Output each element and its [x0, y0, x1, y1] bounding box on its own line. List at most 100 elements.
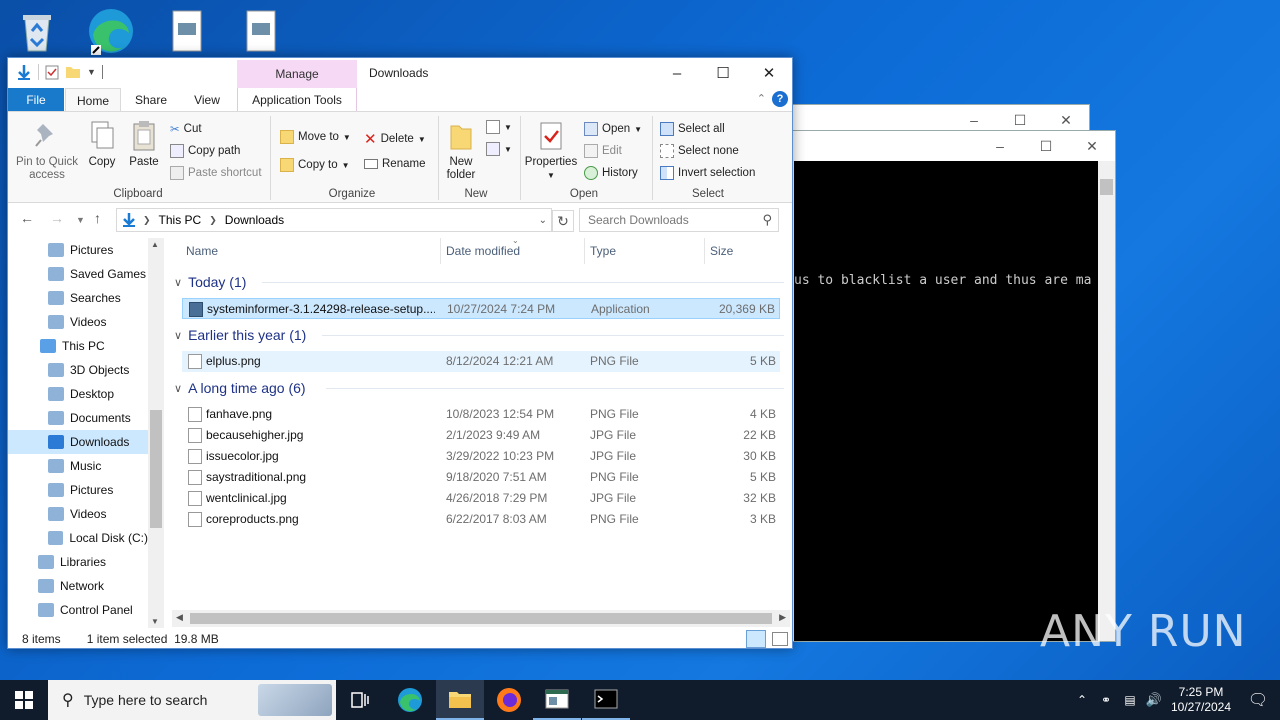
minimize-icon[interactable]: – [977, 131, 1023, 161]
file-row[interactable]: coreproducts.png 6/22/2017 8:03 AM PNG Fil… [182, 509, 780, 530]
clock[interactable]: 7:25 PM 10/27/2024 [1166, 685, 1236, 715]
open-button[interactable]: Open ▼ [584, 122, 642, 136]
file-row[interactable]: wentclinical.jpg 4/26/2018 7:29 PM JPG Fil… [182, 488, 780, 509]
invert-selection-button[interactable]: Invert selection [660, 166, 755, 180]
tab-manage[interactable]: Manage [237, 60, 357, 88]
tab-view[interactable]: View [184, 88, 230, 112]
copy-to-button[interactable]: Copy to ▼ [280, 158, 350, 172]
file-explorer-window[interactable]: ▼ Manage Downloads – ☐ ✕ File Home Share… [7, 57, 793, 649]
image-file-icon[interactable] [236, 6, 286, 56]
copy-button[interactable]: Copy [84, 120, 120, 169]
file-row[interactable]: systeminformer-3.1.24298-release-setup..… [182, 298, 780, 319]
sidebar-item-network[interactable]: Network [8, 574, 148, 598]
edit-button[interactable]: Edit [584, 144, 622, 158]
refresh-icon[interactable]: ↻ [552, 210, 574, 232]
title-bar[interactable]: ▼ Manage Downloads – ☐ ✕ [8, 58, 792, 88]
app-taskbar-button[interactable] [533, 680, 581, 720]
firefox-taskbar-button[interactable] [485, 680, 533, 720]
chevron-up-icon[interactable]: ⌃ [757, 92, 766, 105]
move-to-button[interactable]: Move to ▼ [280, 130, 351, 144]
sidebar-item-videos[interactable]: Videos [8, 310, 148, 334]
rename-button[interactable]: Rename [364, 158, 425, 170]
search-input[interactable]: Search Downloads ⚲ [579, 208, 779, 232]
details-view-icon[interactable] [746, 630, 766, 648]
console-scrollbar[interactable] [1098, 161, 1115, 641]
delete-button[interactable]: ✕ Delete ▼ [364, 130, 426, 148]
properties-button[interactable]: Properties ▼ [522, 120, 580, 182]
recent-chevron-icon[interactable]: ▼ [76, 215, 85, 225]
paste-button[interactable]: Paste [126, 120, 162, 169]
sidebar-item-videos[interactable]: Videos [8, 502, 148, 526]
select-none-button[interactable]: Select none [660, 144, 739, 158]
breadcrumb-downloads[interactable]: Downloads [225, 213, 284, 227]
tab-application-tools[interactable]: Application Tools [237, 88, 357, 112]
sidebar-item-saved-games[interactable]: Saved Games [8, 262, 148, 286]
column-name[interactable]: Name [186, 244, 218, 258]
sidebar-item-3d-objects[interactable]: 3D Objects [8, 358, 148, 382]
sidebar-item-pictures[interactable]: Pictures [8, 238, 148, 262]
sidebar-item-pictures[interactable]: Pictures [8, 478, 148, 502]
pin-to-quick-access-button[interactable]: Pin to Quick access [12, 120, 82, 182]
new-folder-icon[interactable] [65, 65, 81, 79]
sidebar-item-desktop[interactable]: Desktop [8, 382, 148, 406]
sidebar-item-music[interactable]: Music [8, 454, 148, 478]
horizontal-scrollbar[interactable]: ◀ ▶ [172, 610, 790, 627]
edge-icon[interactable] [86, 6, 136, 56]
chevron-down-icon[interactable]: ▼ [87, 67, 96, 77]
column-date-modified[interactable]: Date modified [446, 244, 520, 258]
chevron-down-icon[interactable]: ∨ [174, 382, 182, 395]
minimize-button[interactable]: – [654, 58, 700, 88]
chevron-down-icon[interactable]: ∨ [174, 329, 182, 342]
chevron-down-icon[interactable]: ∨ [174, 276, 182, 289]
paste-shortcut-button[interactable]: Paste shortcut [170, 166, 262, 180]
sidebar-item-libraries[interactable]: Libraries [8, 550, 148, 574]
column-type[interactable]: Type [590, 244, 616, 258]
down-arrow-icon[interactable] [16, 64, 32, 80]
file-row[interactable]: issuecolor.jpg 3/29/2022 10:23 PM JPG File… [182, 446, 780, 467]
recycle-bin-icon[interactable] [12, 6, 62, 56]
maximize-button[interactable]: ☐ [700, 58, 746, 88]
address-bar[interactable]: ❯ This PC ❯ Downloads ⌄ [116, 208, 552, 232]
sidebar-item-searches[interactable]: Searches [8, 286, 148, 310]
sidebar-item-control-panel[interactable]: Control Panel [8, 598, 148, 622]
cut-button[interactable]: ✂ Cut [170, 122, 202, 136]
select-all-button[interactable]: Select all [660, 122, 725, 136]
tab-share[interactable]: Share [128, 88, 174, 112]
close-button[interactable]: ✕ [746, 58, 792, 88]
group-header[interactable]: ∨ Earlier this year (1) [174, 325, 306, 345]
group-header[interactable]: ∨ Today (1) [174, 272, 246, 292]
forward-arrow-icon[interactable]: → [50, 210, 64, 226]
address-dropdown-icon[interactable]: ⌄ [539, 215, 547, 226]
edge-taskbar-button[interactable] [386, 680, 434, 720]
easy-access-button[interactable]: ▼ [486, 142, 512, 156]
copy-path-button[interactable]: Copy path [170, 144, 240, 158]
network-status-icon[interactable]: ⚭ [1094, 693, 1118, 707]
image-file-icon[interactable] [162, 6, 212, 56]
new-folder-button[interactable]: New folder [442, 120, 480, 182]
file-explorer-taskbar-button[interactable] [436, 680, 484, 720]
console-taskbar-button[interactable] [582, 680, 630, 720]
file-row[interactable]: becausehigher.jpg 2/1/2023 9:49 AM JPG Fil… [182, 425, 780, 446]
sidebar-item-local-disk-c[interactable]: Local Disk (C:) [8, 526, 148, 550]
sidebar-item-this-pc[interactable]: This PC [8, 334, 148, 358]
ethernet-icon[interactable]: ▤ [1118, 693, 1142, 707]
breadcrumb-this-pc[interactable]: This PC [159, 213, 202, 227]
new-item-button[interactable]: ▼ [486, 120, 512, 134]
tab-home[interactable]: Home [65, 88, 121, 112]
back-arrow-icon[interactable]: ← [20, 210, 34, 226]
properties-icon[interactable] [45, 64, 59, 80]
navigation-scrollbar[interactable]: ▲ ▼ [148, 238, 164, 628]
column-size[interactable]: Size [710, 244, 733, 258]
sidebar-item-downloads[interactable]: Downloads [8, 430, 148, 454]
history-button[interactable]: History [584, 166, 638, 180]
file-row[interactable]: elplus.png 8/12/2024 12:21 AM PNG File 5 KB [182, 351, 780, 372]
maximize-icon[interactable]: ☐ [1023, 131, 1069, 161]
up-arrow-icon[interactable]: ↑ [94, 210, 101, 226]
notifications-icon[interactable]: 🗨 [1236, 690, 1280, 710]
file-row[interactable]: fanhave.png 10/8/2023 12:54 PM PNG File 4 K… [182, 404, 780, 425]
group-header[interactable]: ∨ A long time ago (6) [174, 378, 306, 398]
taskbar-search-input[interactable]: ⚲ Type here to search [48, 680, 336, 720]
tab-file[interactable]: File [8, 88, 64, 112]
file-row[interactable]: saystraditional.png 9/18/2020 7:51 AM PNG … [182, 467, 780, 488]
help-icon[interactable]: ? [772, 91, 788, 107]
